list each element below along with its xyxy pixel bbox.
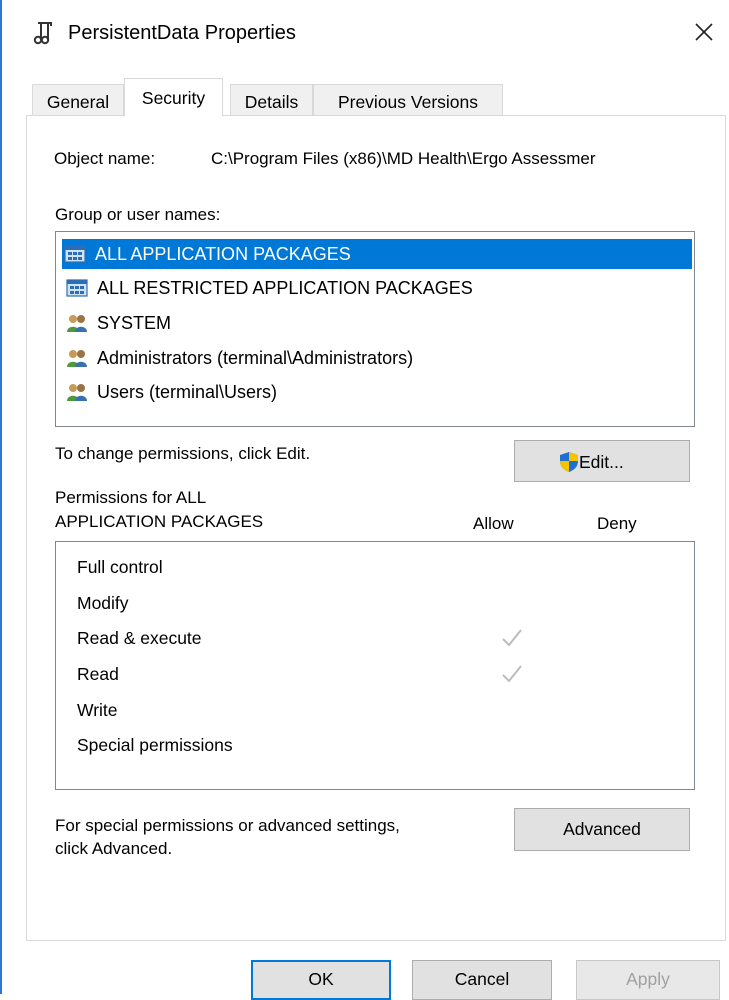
title-bar[interactable]: PersistentData Properties [2,0,729,64]
permission-row: Modify [77,588,677,618]
principal-name: SYSTEM [97,313,172,333]
edit-button-label: Edit... [579,452,624,472]
tab-security[interactable]: Security [124,78,223,117]
permission-row: Read & execute [77,623,677,653]
app-packages-icon [64,245,86,263]
permission-name: Full control [77,557,163,577]
principal-name: Administrators (terminal\Administrators) [97,348,414,368]
window-title: PersistentData Properties [68,22,296,44]
allow-check-icon [502,665,522,683]
permission-name: Read [77,664,119,684]
principal-name: Users (terminal\Users) [97,382,278,402]
tab-previous-versions[interactable]: Previous Versions [313,84,503,116]
permissions-table: Full control Modify Read & execute Read … [55,541,695,790]
users-icon [67,384,87,401]
object-name-label: Object name: [54,149,156,168]
permission-name: Write [77,700,118,720]
change-permissions-hint: To change permissions, click Edit. [55,444,311,463]
principal-name: ALL APPLICATION PACKAGES [95,244,351,264]
advanced-hint-line1: For special permissions or advanced sett… [55,816,400,835]
permission-row: Special permissions [77,730,677,760]
permission-row: Write [77,695,677,725]
advanced-hint-line2: click Advanced. [55,839,173,858]
permissions-for-line1: Permissions for ALL [55,488,207,507]
file-icon [33,22,52,45]
permission-row: Read [77,659,677,689]
permissions-for-line2: APPLICATION PACKAGES [55,512,264,531]
edit-button[interactable]: Edit... [514,440,690,482]
list-item[interactable]: ALL APPLICATION PACKAGES [62,239,692,269]
tab-details[interactable]: Details [230,84,313,116]
users-icon [67,350,87,367]
ok-button[interactable]: OK [251,960,391,1000]
list-item[interactable]: SYSTEM [64,308,692,338]
principals-listbox[interactable]: ALL APPLICATION PACKAGES ALL RESTRICTED … [55,231,695,427]
allow-column-header: Allow [473,514,514,533]
permission-row: Full control [77,552,677,582]
permission-name: Modify [77,593,129,613]
list-item[interactable]: Users (terminal\Users) [64,377,692,407]
permission-name: Special permissions [77,735,233,755]
tab-strip: General Security Details Previous Versio… [26,78,726,117]
principal-name: ALL RESTRICTED APPLICATION PACKAGES [97,278,473,298]
deny-column-header: Deny [597,514,637,533]
shield-icon [560,452,578,472]
apply-button[interactable]: Apply [576,960,720,1000]
properties-dialog: PersistentData Properties General Securi… [0,0,729,1000]
allow-check-icon [502,629,522,647]
app-packages-icon [66,279,88,297]
permission-name: Read & execute [77,628,202,648]
object-name-value: C:\Program Files (x86)\MD Health\Ergo As… [211,149,596,168]
users-icon [67,315,87,332]
list-item[interactable]: Administrators (terminal\Administrators) [64,343,692,373]
group-names-label: Group or user names: [55,205,221,224]
tab-general[interactable]: General [32,84,124,116]
close-icon[interactable] [688,16,720,48]
list-item[interactable]: ALL RESTRICTED APPLICATION PACKAGES [64,273,692,303]
cancel-button[interactable]: Cancel [412,960,552,1000]
advanced-button[interactable]: Advanced [514,808,690,851]
